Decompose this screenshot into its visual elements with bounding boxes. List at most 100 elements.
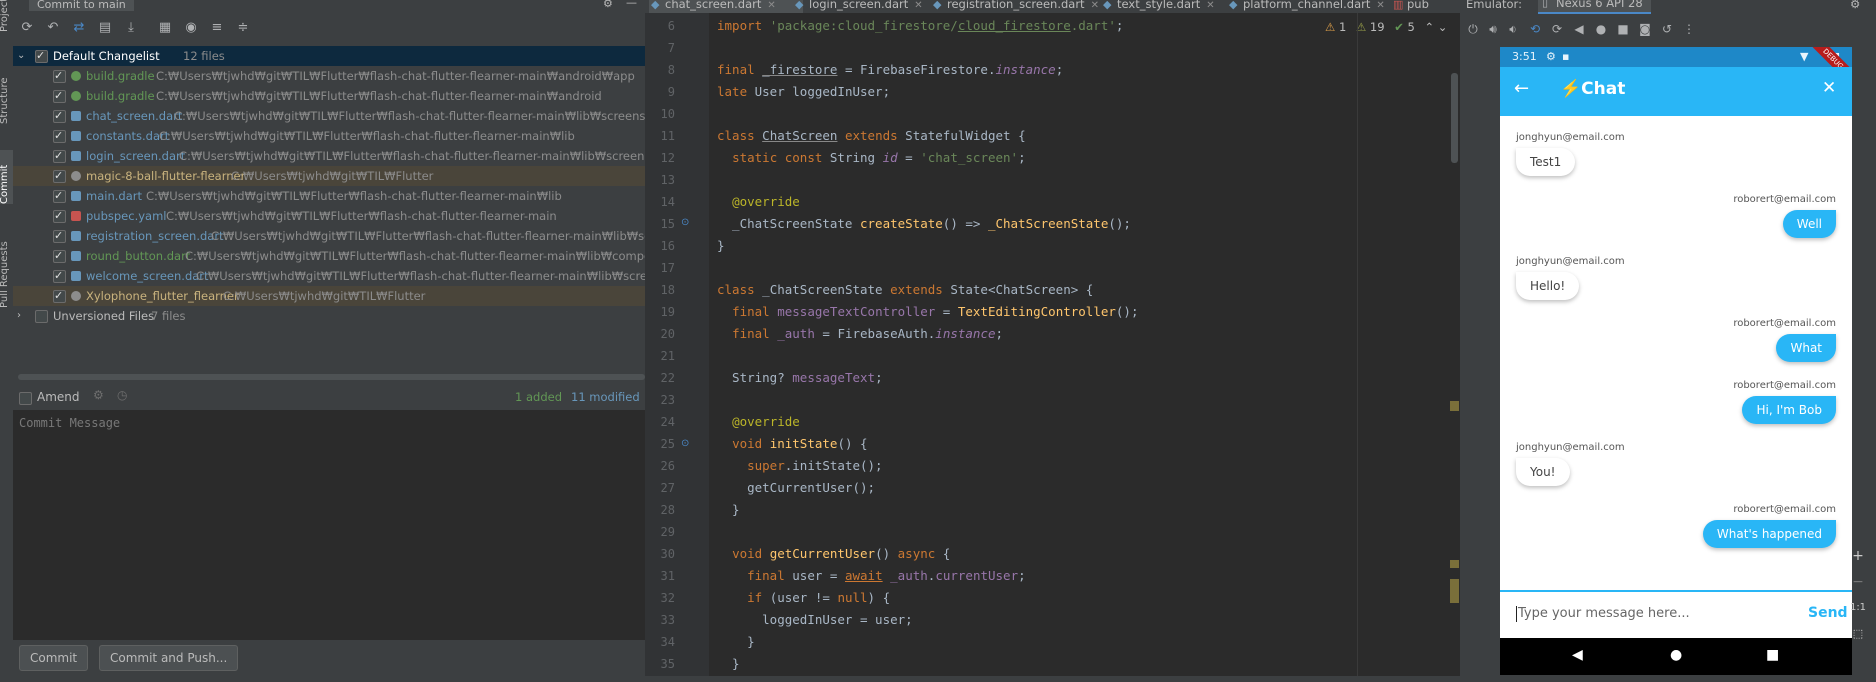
changelist-icon[interactable]: ▤ [97,20,113,36]
commit-and-push-button[interactable]: Commit and Push... [99,645,239,671]
file-row[interactable]: chat_screen.dartC:₩Users₩tjwhd₩git₩TIL₩F… [13,106,645,126]
tool-tab-structure[interactable]: Structure [0,62,13,124]
tab-chat-screen[interactable]: ◆ chat_screen.dart ✕ [649,0,803,13]
fit-screen-icon[interactable]: ⬚ [1843,622,1873,646]
file-row[interactable]: main.dart C:₩Users₩tjwhd₩git₩TIL₩Flutter₩… [13,186,645,206]
volume-up-icon[interactable]: 🔊︎ [1486,22,1500,37]
commit-button[interactable]: Commit [19,645,89,671]
scrollbar-thumb[interactable] [1451,73,1458,163]
tab-login-screen[interactable]: ◆ login_screen.dart ✕ [793,0,941,13]
file-row[interactable]: round_button.dartC:₩Users₩tjwhd₩git₩TIL₩… [13,246,683,266]
show-diff-icon[interactable]: ⇄ [71,20,87,36]
file-checkbox[interactable] [53,66,66,86]
nav-recents-icon[interactable]: ■ [1766,647,1779,663]
file-row[interactable]: Xylophone_flutter_flearnerC:₩Users₩tjwhd… [13,286,645,306]
message-bubble[interactable]: Test1 [1516,148,1576,176]
file-row[interactable]: registration_screen.dartC:₩Users₩tjwhd₩g… [13,226,682,246]
chevron-down-icon[interactable]: ⌄ [17,46,25,66]
message-bubble[interactable]: What's happened [1702,520,1836,548]
send-button[interactable]: Send [1808,605,1848,621]
file-checkbox[interactable] [53,106,66,126]
file-checkbox[interactable] [53,226,66,246]
volume-down-icon[interactable]: 🔉︎ [1506,22,1520,37]
close-icon[interactable]: ✕ [1091,0,1099,11]
changelist-row[interactable]: ⌄ Default Changelist 12 files [13,46,645,66]
editor-scrollbar[interactable] [1449,13,1460,682]
zoom-ratio-button[interactable]: 1:1 [1843,596,1873,620]
rollback-icon[interactable]: ↶ [45,20,61,36]
horizontal-scrollbar[interactable] [18,374,645,380]
file-checkbox[interactable] [53,206,66,226]
message-bubble[interactable]: Well [1782,210,1836,238]
tool-tab-project[interactable]: Project [0,0,13,32]
message-bubble[interactable]: Hi, I'm Bob [1742,396,1836,424]
refresh-icon[interactable]: ⟳ [19,20,35,36]
shelve-icon[interactable]: ⤓ [123,20,139,36]
amend-checkbox[interactable] [19,392,32,405]
gear-icon[interactable]: ⚙ [1850,0,1860,11]
tab-platform-channel[interactable]: ◆ platform_channel.dart ✕ [1227,0,1393,13]
zoom-out-button[interactable]: − [1843,570,1873,594]
tab-pubspec[interactable]: ▥ pub [1391,0,1460,13]
snapshot-icon[interactable]: ↺ [1660,22,1674,36]
unversioned-checkbox[interactable] [35,310,48,323]
file-row[interactable]: build.gradleC:₩Users₩tjwhd₩git₩TIL₩Flutt… [13,86,645,106]
changelist-checkbox[interactable] [35,46,48,66]
message-bubble[interactable]: Hello! [1516,272,1580,300]
warning-stripe[interactable] [1450,579,1459,603]
phone-screen[interactable]: 3:51 ⚙ ▪ ▼ ▮ DEBUG ← ⚡️Chat ✕ jonghyun@e… [1500,47,1852,675]
file-checkbox[interactable] [53,186,66,206]
file-row[interactable]: welcome_screen.dartC:₩Users₩tjwhd₩git₩TI… [13,266,667,286]
emulator-device-tab[interactable]: ▯ Nexus 6 API 28 [1538,0,1651,14]
chevron-down-icon[interactable]: ⌄ [1438,20,1448,34]
expand-all-icon[interactable]: ≡ [209,20,225,36]
tool-tab-commit[interactable]: Commit [0,150,13,204]
tab-registration-screen[interactable]: ◆ registration_screen.dart ✕ [931,0,1111,13]
file-row[interactable]: build.gradleC:₩Users₩tjwhd₩git₩TIL₩Flutt… [13,66,645,86]
gear-icon[interactable]: ⚙ [603,0,613,10]
minimize-icon[interactable]: — [626,0,637,9]
nav-back-icon[interactable]: ◀ [1572,647,1583,663]
file-checkbox[interactable] [53,286,66,306]
collapse-all-icon[interactable]: ≑ [235,20,251,36]
warning-stripe[interactable] [1450,401,1459,411]
file-checkbox[interactable] [53,266,66,286]
file-checkbox[interactable] [53,86,66,106]
file-checkbox[interactable] [53,166,66,186]
chevron-up-icon[interactable]: ⌃ [1425,20,1435,34]
more-icon[interactable]: ⋮ [1682,22,1696,36]
close-icon[interactable]: ✕ [914,0,922,11]
zoom-in-button[interactable]: + [1843,544,1873,568]
back-arrow-icon[interactable]: ← [1514,78,1529,99]
commit-panel-title[interactable]: Commit to main [29,0,134,11]
close-icon[interactable]: ✕ [767,0,775,11]
file-checkbox[interactable] [53,246,66,266]
tool-tab-pull-requests[interactable]: Pull Requests [0,228,13,308]
override-marker-icon[interactable]: ⊙ [681,217,689,228]
commit-options-gear-icon[interactable]: ⚙ [93,388,104,402]
inspection-widget[interactable]: ⚠ 1 ⚠ 19 ✔ 5 ⌃ ⌄ [1325,20,1447,36]
message-bubble[interactable]: What [1776,334,1836,362]
file-row[interactable]: constants.dartC:₩Users₩tjwhd₩git₩TIL₩Flu… [13,126,645,146]
close-icon[interactable]: ✕ [1822,78,1836,98]
message-list[interactable]: jonghyun@email.com Test1 roborert@email.co… [1500,116,1852,639]
history-icon[interactable]: ◷ [117,388,127,402]
warning-stripe[interactable] [1450,560,1459,568]
unversioned-row[interactable]: › Unversioned Files 7 files [13,306,645,326]
screenshot-icon[interactable]: ◙ [1638,22,1652,36]
file-row[interactable]: login_screen.dartC:₩Users₩tjwhd₩git₩TIL₩… [13,146,650,166]
amend-label[interactable]: Amend [37,390,80,404]
chevron-right-icon[interactable]: › [17,306,21,326]
group-by-icon[interactable]: ▦ [157,20,173,36]
file-checkbox[interactable] [53,126,66,146]
nav-home-icon[interactable]: ● [1670,647,1682,663]
rotate-right-icon[interactable]: ⟳ [1550,22,1564,36]
override-marker-icon[interactable]: ⊙ [681,438,689,449]
eye-icon[interactable]: ◉ [183,20,199,36]
close-icon[interactable]: ✕ [1206,0,1214,11]
commit-message-input[interactable]: Commit Message [13,410,645,640]
close-icon[interactable]: ✕ [1376,0,1384,11]
back-icon[interactable]: ◀ [1572,22,1586,36]
file-row[interactable]: pubspec.yamlC:₩Users₩tjwhd₩git₩TIL₩Flutt… [13,206,645,226]
message-bubble[interactable]: You! [1516,458,1570,486]
